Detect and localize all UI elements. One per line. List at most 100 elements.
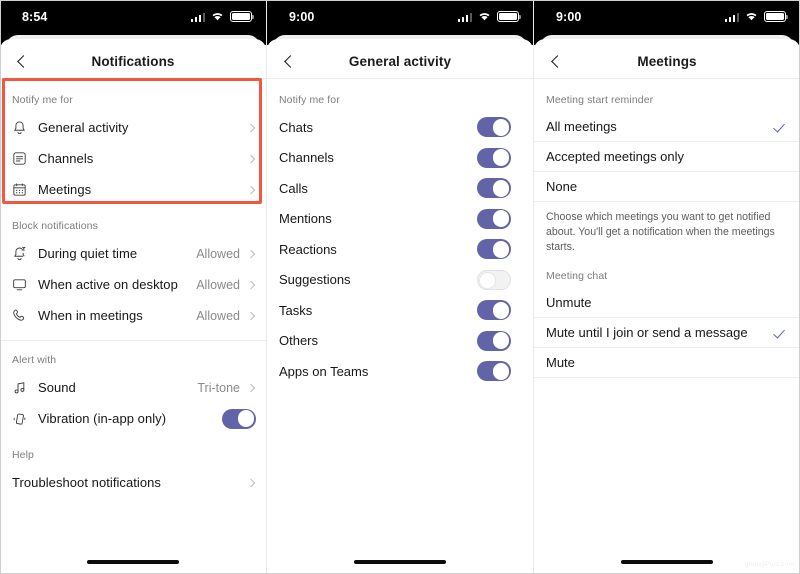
list-item-troubleshoot-notifications[interactable]: Troubleshoot notifications <box>0 467 266 498</box>
option-none[interactable]: None <box>534 172 800 202</box>
option-mute-until-i-join[interactable]: Mute until I join or send a message <box>534 318 800 349</box>
cellular-icon <box>457 12 472 22</box>
toggle-row-label: Reactions <box>279 241 337 257</box>
checkmark-placeholder <box>774 181 786 193</box>
status-clock: 9:00 <box>556 9 582 24</box>
apps-on-teams-toggle[interactable] <box>477 361 511 382</box>
option-all-meetings[interactable]: All meetings <box>534 112 800 142</box>
others-toggle[interactable] <box>477 330 511 351</box>
list-item-value: Allowed <box>196 308 240 323</box>
wifi-icon <box>746 13 757 21</box>
settings-list: Notify me for General activity Channels <box>0 79 266 574</box>
calls-toggle[interactable] <box>477 178 511 199</box>
wifi-icon <box>479 13 490 21</box>
list-item-label: General activity <box>38 120 129 135</box>
battery-icon <box>497 11 521 22</box>
page-title: Meetings <box>637 54 697 69</box>
option-label: Mute until I join or send a message <box>546 325 748 341</box>
watermark: groovyPost.com <box>744 561 794 568</box>
vibration-icon <box>12 411 38 427</box>
list-item-when-in-meetings[interactable]: When in meetings Allowed <box>0 300 266 331</box>
status-bar: 8:54 <box>0 0 266 33</box>
section-heading-notify-me-for: Notify me for <box>279 94 340 106</box>
calendar-icon <box>12 182 38 197</box>
page-title: General activity <box>348 54 452 69</box>
toggle-row-channels[interactable]: Channels <box>267 143 533 174</box>
cellular-icon <box>190 12 205 22</box>
list-item-vibration[interactable]: Vibration (in-app only) <box>0 403 266 434</box>
list-item-value: Allowed <box>196 246 240 261</box>
chevron-right-icon <box>246 154 256 163</box>
option-label: Mute <box>546 355 575 371</box>
list-item-when-active-on-desktop[interactable]: When active on desktop Allowed <box>0 269 266 300</box>
phone-icon <box>12 308 38 324</box>
page-title: Notifications <box>91 54 175 69</box>
list-item-label: When active on desktop <box>38 277 178 292</box>
list-item-meetings[interactable]: Meetings <box>0 174 266 205</box>
checkmark-placeholder <box>774 357 786 369</box>
status-bar: 9:00 <box>534 0 800 33</box>
nav-bar: General activity <box>267 45 533 79</box>
toggle-row-chats[interactable]: Chats <box>267 112 533 143</box>
vibration-toggle[interactable] <box>222 408 256 429</box>
toggle-row-apps-on-teams[interactable]: Apps on Teams <box>267 356 533 387</box>
back-chevron-icon <box>551 55 564 68</box>
toggle-row-suggestions[interactable]: Suggestions <box>267 265 533 296</box>
checkmark-placeholder <box>774 151 786 163</box>
chats-toggle[interactable] <box>477 117 511 138</box>
option-mute[interactable]: Mute <box>534 348 800 379</box>
home-indicator <box>354 560 446 564</box>
screen-top-rounding <box>267 33 533 51</box>
toggle-row-label: Others <box>279 333 319 349</box>
channels-icon <box>12 151 38 166</box>
mentions-toggle[interactable] <box>477 208 511 229</box>
phone-panel-notifications: 8:54 Notifications Notify me for General… <box>0 0 266 574</box>
section-heading-meeting-start-reminder: Meeting start reminder <box>546 94 654 106</box>
list-item-during-quiet-time[interactable]: During quiet time Allowed <box>0 238 266 269</box>
suggestions-toggle[interactable] <box>477 269 511 290</box>
toggle-row-reactions[interactable]: Reactions <box>267 234 533 265</box>
home-indicator <box>87 560 179 564</box>
toggle-row-tasks[interactable]: Tasks <box>267 295 533 326</box>
list-item-label: During quiet time <box>38 246 138 261</box>
checkmark-icon <box>774 121 786 133</box>
chevron-right-icon <box>246 311 256 320</box>
toggle-row-label: Channels <box>279 150 334 166</box>
list-item-label: Troubleshoot notifications <box>12 475 161 490</box>
toggle-row-mentions[interactable]: Mentions <box>267 204 533 235</box>
list-item-general-activity[interactable]: General activity <box>0 112 266 143</box>
back-button[interactable] <box>9 49 35 75</box>
battery-icon <box>230 11 254 22</box>
list-item-value: Tri-tone <box>197 380 240 395</box>
toggle-row-calls[interactable]: Calls <box>267 173 533 204</box>
status-clock: 8:54 <box>22 9 48 24</box>
option-unmute[interactable]: Unmute <box>534 288 800 319</box>
chevron-right-icon <box>246 249 256 258</box>
back-chevron-icon <box>17 55 30 68</box>
section-heading-notify-me-for: Notify me for <box>12 94 73 106</box>
toggle-row-others[interactable]: Others <box>267 326 533 357</box>
chevron-right-icon <box>246 280 256 289</box>
tasks-toggle[interactable] <box>477 300 511 321</box>
reactions-toggle[interactable] <box>477 239 511 260</box>
status-bar: 9:00 <box>267 0 533 33</box>
back-button[interactable] <box>276 49 302 75</box>
option-label: None <box>546 179 578 194</box>
option-accepted-meetings-only[interactable]: Accepted meetings only <box>534 142 800 172</box>
monitor-icon <box>12 277 38 292</box>
toggle-row-label: Calls <box>279 180 308 196</box>
chevron-right-icon <box>246 185 256 194</box>
list-item-label: Vibration (in-app only) <box>38 411 167 426</box>
phone-panel-meetings: 9:00 Meetings Meeting start reminder All… <box>534 0 800 574</box>
toggle-row-label: Tasks <box>279 302 313 318</box>
list-item-sound[interactable]: Sound Tri-tone <box>0 372 266 403</box>
back-button[interactable] <box>543 49 569 75</box>
list-item-label: Channels <box>38 151 94 166</box>
status-clock: 9:00 <box>289 9 315 24</box>
channels-toggle[interactable] <box>477 147 511 168</box>
toggle-row-label: Apps on Teams <box>279 363 369 379</box>
music-note-icon <box>12 380 38 396</box>
status-icon-group <box>724 11 788 22</box>
list-item-channels[interactable]: Channels <box>0 143 266 174</box>
chevron-right-icon <box>246 478 256 487</box>
